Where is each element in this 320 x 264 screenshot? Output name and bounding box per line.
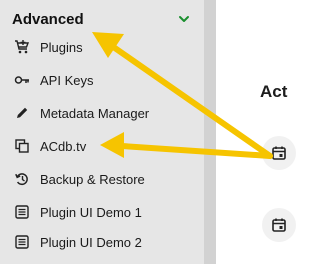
- sidebar-item-label: Backup & Restore: [40, 171, 145, 187]
- calendar-icon: [272, 218, 286, 232]
- restore-icon: [14, 171, 30, 187]
- copy-icon: [14, 138, 30, 154]
- sidebar-item-plugins[interactable]: Plugins: [14, 36, 200, 58]
- sidebar-item-plugin-ui-demo-1[interactable]: Plugin UI Demo 1: [14, 201, 200, 223]
- sidebar-item-backup-restore[interactable]: Backup & Restore: [14, 168, 200, 190]
- sidebar-item-label: Plugin UI Demo 2: [40, 234, 142, 250]
- sidebar-item-label: ACdb.tv: [40, 138, 87, 154]
- sidebar-item-api-keys[interactable]: API Keys: [14, 69, 200, 91]
- section-title: Advanced: [12, 10, 84, 28]
- sidebar-item-label: Plugins: [40, 39, 83, 55]
- sidebar-scroll-edge: [204, 0, 216, 264]
- sidebar-item-metadata-manager[interactable]: Metadata Manager: [14, 102, 200, 124]
- list-icon: [14, 204, 30, 220]
- list-icon: [14, 234, 30, 250]
- sidebar-item-plugin-ui-demo-2[interactable]: Plugin UI Demo 2: [14, 231, 200, 253]
- activity-calendar-button-2[interactable]: [262, 208, 296, 242]
- sidebar-item-label: API Keys: [40, 72, 94, 88]
- sidebar-item-label: Plugin UI Demo 1: [40, 204, 142, 220]
- plugins-icon: [14, 39, 30, 55]
- page-title: Act: [260, 82, 288, 101]
- calendar-icon: [272, 146, 286, 160]
- advanced-section-header[interactable]: Advanced: [12, 9, 192, 29]
- chevron-down-icon[interactable]: [178, 13, 190, 25]
- sidebar-item-label: Metadata Manager: [40, 105, 150, 121]
- activity-calendar-button-1[interactable]: [262, 136, 296, 170]
- key-icon: [14, 72, 30, 88]
- sidebar-item-acdb[interactable]: ACdb.tv: [14, 135, 200, 157]
- pencil-icon: [14, 105, 30, 121]
